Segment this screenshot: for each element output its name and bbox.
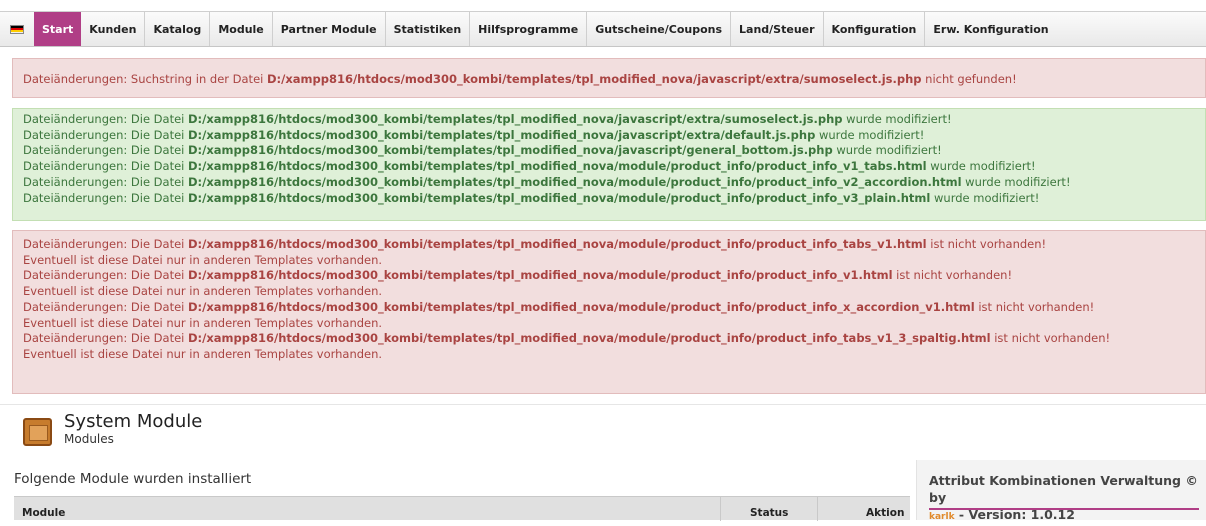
message-text: wurde modifiziert! bbox=[926, 159, 1036, 174]
author-link[interactable]: karlk bbox=[929, 512, 955, 522]
message-text: Dateiänderungen: Die Datei bbox=[23, 237, 189, 251]
message-text: Dateiänderungen: Die Datei bbox=[23, 159, 189, 174]
column-header-module[interactable]: Module bbox=[22, 507, 65, 519]
file-path: D:/xampp816/htdocs/mod300_kombi/template… bbox=[188, 159, 927, 174]
accent-underline bbox=[929, 508, 1199, 510]
main-nav: Start Kunden Katalog Module Partner Modu… bbox=[0, 11, 1206, 47]
nav-item-erw-konfiguration[interactable]: Erw. Konfiguration bbox=[925, 12, 1056, 46]
file-path: D:/xampp816/htdocs/mod300_kombi/template… bbox=[188, 143, 833, 158]
message-text: wurde modifiziert! bbox=[842, 112, 952, 126]
file-path: D:/xampp816/htdocs/mod300_kombi/template… bbox=[267, 72, 922, 86]
message-text: wurde modifiziert! bbox=[832, 143, 942, 158]
file-path: D:/xampp816/htdocs/mod300_kombi/template… bbox=[188, 190, 931, 205]
file-path: D:/xampp816/htdocs/mod300_kombi/template… bbox=[188, 174, 962, 189]
message-text: ist nicht vorhanden! bbox=[974, 299, 1095, 314]
column-header-status[interactable]: Status bbox=[750, 507, 788, 519]
message-line: Dateiänderungen: Die Datei D:/xampp816/h… bbox=[23, 331, 1205, 347]
column-separator bbox=[720, 497, 721, 521]
message-line: Dateiänderungen: Die Datei D:/xampp816/h… bbox=[23, 143, 1205, 159]
success-message-box: Dateiänderungen: Die Datei D:/xampp816/h… bbox=[12, 108, 1206, 221]
nav-item-kunden[interactable]: Kunden bbox=[81, 12, 146, 46]
column-separator bbox=[817, 497, 818, 521]
nav-item-gutscheine[interactable]: Gutscheine/Coupons bbox=[587, 12, 732, 46]
column-header-action[interactable]: Aktion bbox=[866, 507, 904, 519]
message-text: Dateiänderungen: Die Datei bbox=[23, 299, 189, 314]
message-line: Dateiänderungen: Die Datei D:/xampp816/h… bbox=[23, 112, 1205, 128]
file-path: D:/xampp816/htdocs/mod300_kombi/template… bbox=[188, 127, 816, 142]
error-message-box: Dateiänderungen: Suchstring in der Datei… bbox=[12, 58, 1206, 98]
nav-item-statistiken[interactable]: Statistiken bbox=[386, 12, 471, 46]
nav-item-module[interactable]: Module bbox=[210, 12, 273, 46]
message-text: ist nicht vorhanden! bbox=[892, 268, 1013, 283]
page-subtitle: Modules bbox=[64, 432, 114, 446]
section-divider bbox=[0, 404, 1206, 405]
message-text: Dateiänderungen: Die Datei bbox=[23, 331, 189, 346]
message-note: Eventuell ist diese Datei nur in anderen… bbox=[23, 346, 383, 361]
file-path: D:/xampp816/htdocs/mod300_kombi/template… bbox=[188, 299, 975, 314]
message-text: Dateiänderungen: Die Datei bbox=[23, 174, 189, 189]
file-path: D:/xampp816/htdocs/mod300_kombi/template… bbox=[188, 331, 991, 346]
module-info-name: Attribut Kombinationen Verwaltung © by bbox=[929, 473, 1198, 505]
message-text: wurde modifiziert! bbox=[930, 190, 1040, 205]
message-line: Dateiänderungen: Die Datei D:/xampp816/h… bbox=[23, 191, 1205, 207]
nav-item-land-steuer[interactable]: Land/Steuer bbox=[731, 12, 824, 46]
message-line: Dateiänderungen: Die Datei D:/xampp816/h… bbox=[23, 175, 1205, 191]
nav-item-katalog[interactable]: Katalog bbox=[145, 12, 211, 46]
message-text: wurde modifiziert! bbox=[961, 174, 1071, 189]
message-text: Dateiänderungen: Suchstring in der Datei bbox=[23, 72, 267, 86]
file-path: D:/xampp816/htdocs/mod300_kombi/template… bbox=[188, 112, 843, 126]
message-text: nicht gefunden! bbox=[921, 72, 1017, 86]
module-info-title: Attribut Kombinationen Verwaltung © by k… bbox=[929, 472, 1199, 526]
message-text: Dateiänderungen: Die Datei bbox=[23, 127, 189, 142]
nav-item-konfiguration[interactable]: Konfiguration bbox=[824, 12, 926, 46]
file-path: D:/xampp816/htdocs/mod300_kombi/template… bbox=[188, 237, 927, 251]
message-note: Eventuell ist diese Datei nur in anderen… bbox=[23, 284, 383, 299]
file-path: D:/xampp816/htdocs/mod300_kombi/template… bbox=[188, 268, 893, 283]
message-line: Dateiänderungen: Die Datei D:/xampp816/h… bbox=[23, 300, 1205, 316]
message-line: Dateiänderungen: Die Datei D:/xampp816/h… bbox=[23, 159, 1205, 175]
installed-modules-label: Folgende Module wurden installiert bbox=[14, 471, 252, 487]
message-text: Dateiänderungen: Die Datei bbox=[23, 112, 189, 126]
flag-stripe-gold bbox=[11, 30, 23, 33]
message-note: Eventuell ist diese Datei nur in anderen… bbox=[23, 252, 383, 267]
modules-table-header: Module Status Aktion bbox=[14, 496, 910, 521]
flag-de-icon bbox=[10, 24, 24, 34]
message-line: Dateiänderungen: Suchstring in der Datei… bbox=[23, 72, 1205, 88]
message-note: Eventuell ist diese Datei nur in anderen… bbox=[23, 315, 383, 330]
nav-item-partner-module[interactable]: Partner Module bbox=[273, 12, 386, 46]
message-line: Dateiänderungen: Die Datei D:/xampp816/h… bbox=[23, 237, 1205, 253]
message-line: Dateiänderungen: Die Datei D:/xampp816/h… bbox=[23, 128, 1205, 144]
message-text: Dateiänderungen: Die Datei bbox=[23, 268, 189, 283]
message-text: wurde modifiziert! bbox=[815, 127, 925, 142]
nav-item-start[interactable]: Start bbox=[34, 12, 82, 46]
message-text: ist nicht vorhanden! bbox=[926, 237, 1047, 251]
message-text: Dateiänderungen: Die Datei bbox=[23, 190, 189, 205]
module-info-box: Attribut Kombinationen Verwaltung © by k… bbox=[916, 460, 1206, 522]
message-line: Dateiänderungen: Die Datei D:/xampp816/h… bbox=[23, 268, 1205, 284]
language-flag-de[interactable] bbox=[0, 12, 34, 46]
nav-item-hilfsprogramme[interactable]: Hilfsprogramme bbox=[470, 12, 588, 46]
page-title: System Module bbox=[64, 411, 203, 432]
message-text: ist nicht vorhanden! bbox=[990, 331, 1111, 346]
missing-files-message-box: Dateiänderungen: Die Datei D:/xampp816/h… bbox=[12, 230, 1206, 394]
module-box-icon bbox=[23, 418, 52, 446]
message-text: Dateiänderungen: Die Datei bbox=[23, 143, 189, 158]
